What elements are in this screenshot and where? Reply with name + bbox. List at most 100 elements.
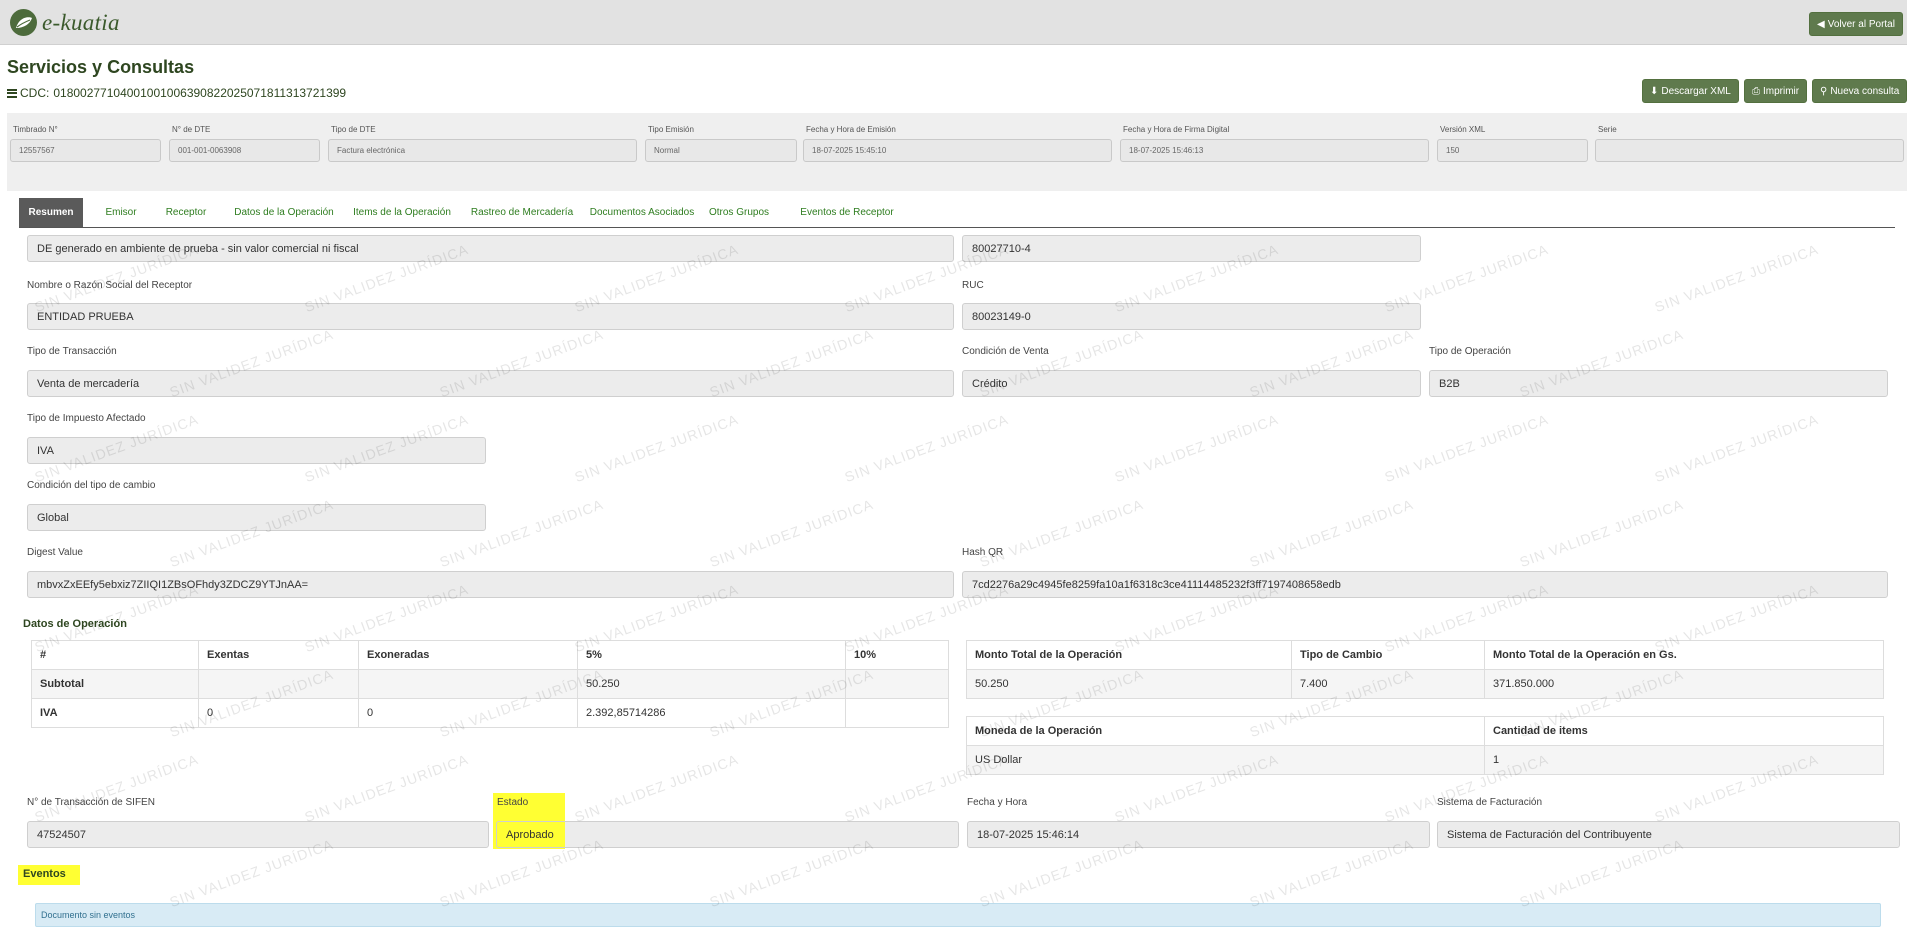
- tipo-operacion-field[interactable]: B2B: [1429, 370, 1888, 397]
- xml-version-field[interactable]: 150: [1437, 139, 1588, 162]
- table-header: Moneda de la Operación: [966, 716, 1485, 746]
- table-cell: 7.400: [1291, 669, 1485, 699]
- table-header: Cantidad de items: [1484, 716, 1884, 746]
- header-field: Tipo de DTE Factura electrónica: [328, 125, 637, 162]
- de-note-field[interactable]: DE generado en ambiente de prueba - sin …: [27, 235, 954, 262]
- sistema-facturacion-field[interactable]: Sistema de Facturación del Contribuyente: [1437, 821, 1900, 848]
- field-label: Tipo de DTE: [331, 125, 376, 134]
- table-header-row: Monto Total de la Operación Tipo de Camb…: [966, 640, 1884, 670]
- totals-table: Monto Total de la Operación Tipo de Camb…: [966, 640, 1884, 699]
- table-header: #: [31, 640, 199, 670]
- sistema-facturacion-label: Sistema de Facturación: [1437, 797, 1543, 808]
- tipo-transaccion-label: Tipo de Transacción: [27, 346, 117, 357]
- header-field: Timbrado N° 12557567: [10, 125, 161, 162]
- header-fields-panel: Timbrado N° 12557567 N° de DTE 001-001-0…: [7, 113, 1907, 191]
- watermark-text: SIN VALIDEZ JURÍDICA: [977, 495, 1146, 571]
- table-header: Exentas: [198, 640, 359, 670]
- table-cell: 50.250: [966, 669, 1292, 699]
- table-row: Subtotal 50.250: [31, 669, 949, 699]
- tab-otros-grupos[interactable]: Otros Grupos: [689, 198, 789, 227]
- table-cell: IVA: [31, 698, 199, 728]
- header-field: Serie: [1595, 125, 1904, 162]
- tipo-transaccion-field[interactable]: Venta de mercadería: [27, 370, 954, 397]
- new-query-button[interactable]: ⚲ Nueva consulta: [1812, 79, 1907, 103]
- new-query-label: Nueva consulta: [1830, 85, 1900, 97]
- leaf-icon: [10, 9, 37, 36]
- tab-rastreo-mercaderia[interactable]: Rastreo de Mercadería: [452, 198, 592, 227]
- header-field: Tipo Emisión Normal: [645, 125, 797, 162]
- tipo-impuesto-field[interactable]: IVA: [27, 437, 486, 464]
- tab-items-operacion[interactable]: Items de la Operación: [337, 198, 467, 227]
- print-button[interactable]: ⎙ Imprimir: [1744, 79, 1808, 103]
- watermark-text: SIN VALIDEZ JURÍDICA: [32, 750, 201, 826]
- table-row: US Dollar 1: [966, 745, 1884, 775]
- back-to-portal-label: Volver al Portal: [1827, 18, 1895, 30]
- dte-type-field[interactable]: Factura electrónica: [328, 139, 637, 162]
- tab-emisor[interactable]: Emisor: [91, 198, 151, 227]
- fecha-hora-field[interactable]: 18-07-2025 15:46:14: [967, 821, 1430, 848]
- ruc-label: RUC: [962, 280, 984, 291]
- search-icon: ⚲: [1820, 85, 1828, 97]
- cdc-label: CDC:: [20, 86, 50, 100]
- hash-qr-field[interactable]: 7cd2276a29c4945fe8259fa10a1f6318c3ce4111…: [962, 571, 1888, 598]
- operacion-section-title: Datos de Operación: [23, 618, 127, 630]
- table-row: 50.250 7.400 371.850.000: [966, 669, 1884, 699]
- fecha-hora-label: Fecha y Hora: [967, 797, 1028, 808]
- table-cell: [845, 698, 949, 728]
- field-label: Timbrado N°: [13, 125, 58, 134]
- timbrado-field[interactable]: 12557567: [10, 139, 161, 162]
- sifen-transaction-field[interactable]: 47524507: [27, 821, 489, 848]
- field-label: Tipo Emisión: [648, 125, 694, 134]
- arrow-circle-left-icon: ◀: [1817, 18, 1825, 30]
- operacion-table: # Exentas Exoneradas 5% 10% Subtotal 50.…: [31, 640, 949, 728]
- emission-date-field[interactable]: 18-07-2025 15:45:10: [803, 139, 1112, 162]
- download-icon: ⬇: [1650, 85, 1659, 97]
- header-field: Fecha y Hora de Firma Digital 18-07-2025…: [1120, 125, 1429, 162]
- emission-type-field[interactable]: Normal: [645, 139, 797, 162]
- tab-receptor[interactable]: Receptor: [151, 198, 221, 227]
- tipo-impuesto-label: Tipo de Impuesto Afectado: [27, 413, 146, 424]
- watermark-text: SIN VALIDEZ JURÍDICA: [1652, 240, 1821, 316]
- table-header-row: Moneda de la Operación Cantidad de items: [966, 716, 1884, 746]
- field-label: Serie: [1598, 125, 1617, 134]
- tab-datos-operacion[interactable]: Datos de la Operación: [219, 198, 349, 227]
- field-label: Versión XML: [1440, 125, 1486, 134]
- condicion-cambio-field[interactable]: Global: [27, 504, 486, 531]
- digest-field[interactable]: mbvxZxEEfy5ebxiz7ZIIQI1ZBsOFhdy3ZDCZ9YTJ…: [27, 571, 954, 598]
- cdc-line: CDC: 01800277104001001006390822025071811…: [7, 86, 346, 100]
- tab-eventos-receptor[interactable]: Eventos de Receptor: [777, 198, 917, 227]
- table-row: IVA 0 0 2.392,85714286: [31, 698, 949, 728]
- emisor-ruc-field[interactable]: 80027710-4: [962, 235, 1421, 262]
- download-xml-button[interactable]: ⬇ Descargar XML: [1642, 79, 1739, 103]
- table-cell: 1: [1484, 745, 1884, 775]
- table-header: Monto Total de la Operación: [966, 640, 1292, 670]
- estado-field[interactable]: Aprobado: [496, 821, 959, 848]
- watermark-text: SIN VALIDEZ JURÍDICA: [1112, 410, 1281, 486]
- watermark-text: SIN VALIDEZ JURÍDICA: [1247, 495, 1416, 571]
- serie-field[interactable]: [1595, 139, 1904, 162]
- watermark-text: SIN VALIDEZ JURÍDICA: [1382, 410, 1551, 486]
- watermark-text: SIN VALIDEZ JURÍDICA: [572, 750, 741, 826]
- table-cell: 2.392,85714286: [577, 698, 846, 728]
- signature-date-field[interactable]: 18-07-2025 15:46:13: [1120, 139, 1429, 162]
- watermark-text: SIN VALIDEZ JURÍDICA: [1652, 410, 1821, 486]
- logo[interactable]: e-kuatia: [10, 9, 120, 36]
- dte-number-field[interactable]: 001-001-0063908: [169, 139, 320, 162]
- table-header: Tipo de Cambio: [1291, 640, 1485, 670]
- sifen-transaction-label: N° de Transacción de SIFEN: [27, 797, 155, 808]
- watermark-text: SIN VALIDEZ JURÍDICA: [572, 410, 741, 486]
- digest-label: Digest Value: [27, 547, 83, 558]
- receptor-name-field[interactable]: ENTIDAD PRUEBA: [27, 303, 954, 330]
- header-field: N° de DTE 001-001-0063908: [169, 125, 320, 162]
- list-icon: [7, 88, 17, 98]
- page-title: Servicios y Consultas: [7, 57, 195, 77]
- back-to-portal-button[interactable]: ◀ Volver al Portal: [1809, 12, 1903, 36]
- field-label: N° de DTE: [172, 125, 211, 134]
- download-xml-label: Descargar XML: [1661, 85, 1731, 97]
- tab-resumen[interactable]: Resumen: [19, 198, 83, 227]
- ruc-field[interactable]: 80023149-0: [962, 303, 1421, 330]
- eventos-empty-alert: Documento sin eventos: [35, 903, 1881, 927]
- condicion-venta-field[interactable]: Crédito: [962, 370, 1421, 397]
- receptor-name-label: Nombre o Razón Social del Receptor: [27, 280, 193, 291]
- table-cell: US Dollar: [966, 745, 1485, 775]
